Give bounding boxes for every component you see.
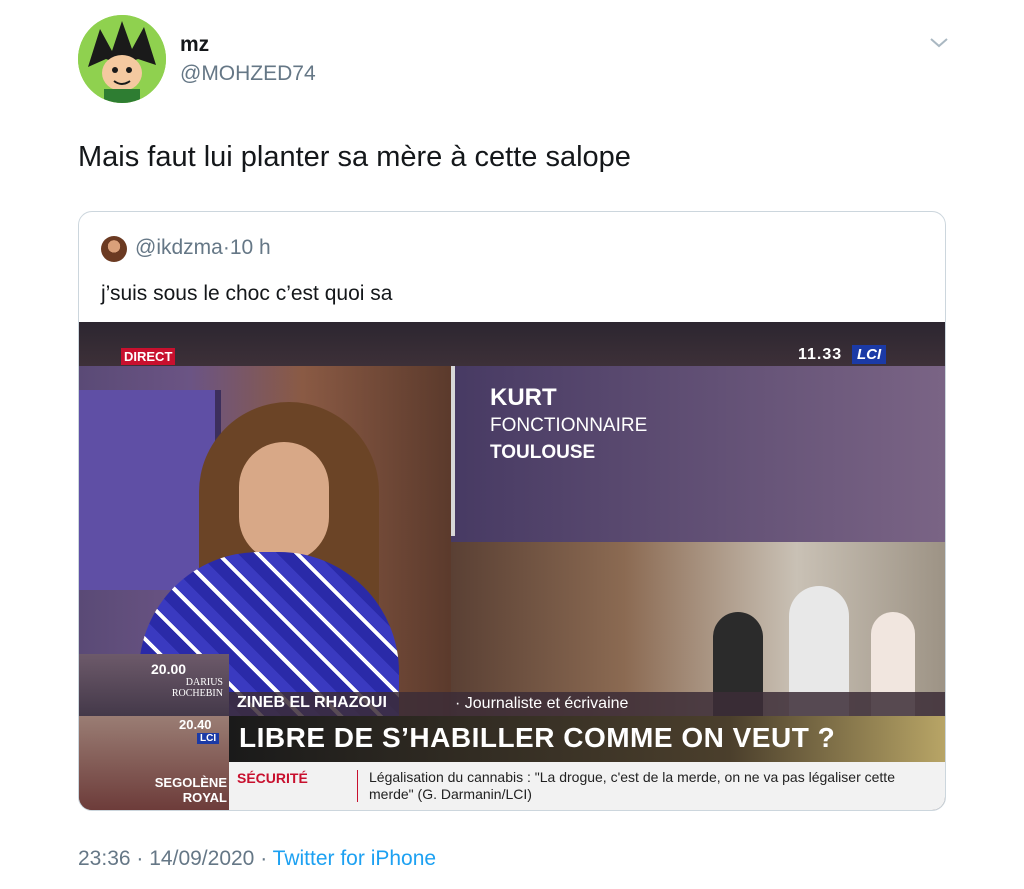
ticker-category: SÉCURITÉ: [237, 770, 308, 786]
ticker-divider: [357, 770, 358, 802]
author-display-name[interactable]: mz: [180, 33, 209, 57]
avatar[interactable]: [78, 15, 166, 103]
tweet-text: Mais faut lui planter sa mère à cette sa…: [78, 141, 631, 173]
quoted-avatar[interactable]: [101, 236, 127, 262]
quoted-header: @ikdzma·10 h: [135, 236, 271, 260]
live-badge: DIRECT: [121, 348, 176, 365]
interview-divider: [451, 366, 455, 536]
headline: LIBRE DE S’HABILLER COMME ON VEUT ?: [239, 722, 836, 753]
meta-separator: ·: [136, 847, 144, 870]
quoted-handle[interactable]: @ikdzma: [135, 236, 223, 259]
tweet-date[interactable]: 14/09/2020: [149, 847, 254, 870]
presenter-face: [239, 442, 329, 562]
tweet-meta: 23:36 · 14/09/2020 · Twitter for iPhone: [78, 847, 436, 871]
quoted-tweet[interactable]: @ikdzma·10 h j’suis sous le choc c’est q…: [78, 211, 946, 811]
source-link[interactable]: Twitter for iPhone: [273, 847, 436, 870]
video-player[interactable]: DIRECT 11.33 LCI KURT FONCTIONNAIRE TOUL…: [79, 322, 945, 810]
broadcast-clock: 11.33: [798, 346, 843, 363]
interviewee-city: TOULOUSE: [490, 442, 596, 463]
cartoon-avatar-icon: [78, 15, 166, 103]
author-handle[interactable]: @MOHZED74: [180, 62, 316, 86]
quoted-text: j’suis sous le choc c’est quoi sa: [101, 282, 393, 305]
next-show-time: 20.40: [179, 717, 212, 732]
next-show-name: SEGOLÈNE ROYAL: [154, 775, 227, 805]
presenter-role: · Journaliste et écrivaine: [455, 695, 629, 712]
pip-time: 20.00: [151, 661, 187, 677]
chevron-down-icon[interactable]: [928, 36, 950, 50]
quoted-separator: ·: [222, 236, 230, 259]
next-show-channel: LCI: [197, 733, 220, 744]
interviewee-name: KURT: [490, 384, 557, 411]
quoted-time[interactable]: 10 h: [230, 236, 271, 259]
ticker-text: Légalisation du cannabis : "La drogue, c…: [369, 769, 895, 802]
pip-name: DARIUS ROCHEBIN: [171, 677, 223, 699]
interviewee-job: FONCTIONNAIRE: [490, 415, 648, 436]
presenter-name: ZINEB EL RHAZOUI: [237, 694, 387, 711]
channel-logo: LCI: [852, 345, 887, 364]
tweet-time[interactable]: 23:36: [78, 847, 131, 870]
meta-separator: ·: [260, 847, 268, 870]
